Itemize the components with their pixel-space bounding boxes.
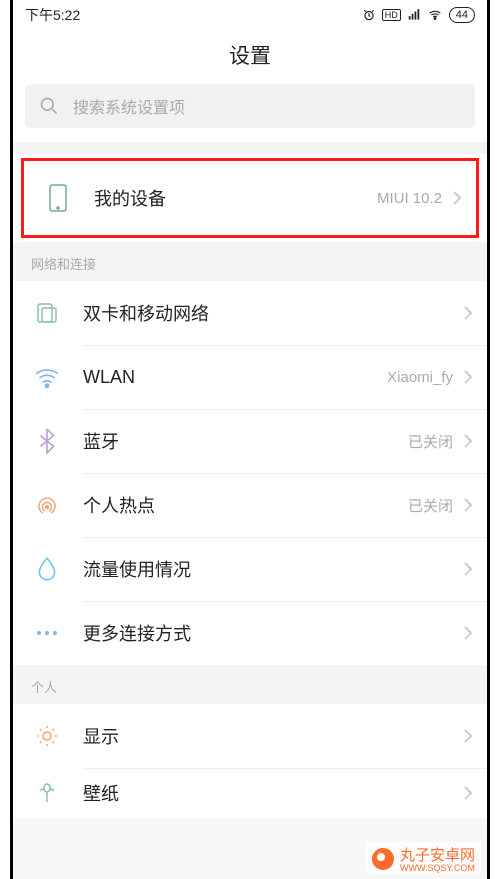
row-value: MIUI 10.2	[377, 190, 448, 207]
chevron-right-icon	[459, 369, 473, 385]
hotspot-icon	[27, 493, 67, 517]
row-label: 流量使用情况	[67, 556, 459, 582]
status-bar: 下午5:22 HD 44	[13, 0, 487, 30]
search-input[interactable]: 搜索系统设置项	[25, 84, 475, 128]
brightness-icon	[27, 724, 67, 748]
row-value: Xiaomi_fy	[387, 369, 459, 386]
page-title: 设置	[13, 30, 487, 84]
row-label: 我的设备	[78, 185, 377, 211]
chevron-right-icon	[459, 728, 473, 744]
row-my-device[interactable]: 我的设备 MIUI 10.2	[21, 158, 479, 238]
watermark-sub: WWW.SQSY.COM	[400, 863, 475, 873]
row-label: 双卡和移动网络	[67, 300, 459, 326]
row-value: 已关闭	[408, 431, 459, 452]
more-icon	[27, 629, 67, 637]
hd-icon: HD	[382, 9, 401, 21]
status-icons: HD 44	[362, 7, 475, 23]
wifi-icon	[427, 8, 443, 22]
watermark-title: 丸子安卓网	[400, 844, 475, 865]
bluetooth-icon	[27, 428, 67, 454]
search-placeholder: 搜索系统设置项	[73, 94, 185, 118]
alarm-icon	[362, 8, 376, 22]
chevron-right-icon	[459, 497, 473, 513]
chevron-right-icon	[459, 561, 473, 577]
row-wallpaper[interactable]: 壁纸	[13, 768, 487, 818]
chevron-right-icon	[459, 785, 473, 801]
chevron-right-icon	[448, 190, 462, 206]
row-sim[interactable]: 双卡和移动网络	[13, 281, 487, 345]
droplet-icon	[27, 556, 67, 582]
flower-icon	[27, 781, 67, 805]
row-wlan[interactable]: WLAN Xiaomi_fy	[13, 345, 487, 409]
row-more-connections[interactable]: 更多连接方式	[13, 601, 487, 665]
row-data-usage[interactable]: 流量使用情况	[13, 537, 487, 601]
row-bluetooth[interactable]: 蓝牙 已关闭	[13, 409, 487, 473]
sim-icon	[27, 301, 67, 325]
watermark: 丸子安卓网 WWW.SQSY.COM	[366, 842, 481, 875]
row-label: 蓝牙	[67, 428, 408, 454]
row-hotspot[interactable]: 个人热点 已关闭	[13, 473, 487, 537]
chevron-right-icon	[459, 305, 473, 321]
row-label: 显示	[67, 723, 459, 749]
chevron-right-icon	[459, 433, 473, 449]
row-label: 个人热点	[67, 492, 408, 518]
row-label: WLAN	[67, 367, 387, 388]
search-icon	[39, 96, 59, 116]
row-label: 壁纸	[67, 780, 459, 806]
section-header-network: 网络和连接	[13, 242, 487, 281]
battery-indicator: 44	[449, 7, 475, 23]
status-time: 下午5:22	[25, 5, 80, 25]
row-value: 已关闭	[408, 495, 459, 516]
row-display[interactable]: 显示	[13, 704, 487, 768]
chevron-right-icon	[459, 625, 473, 641]
section-header-personal: 个人	[13, 665, 487, 704]
row-label: 更多连接方式	[67, 620, 459, 646]
watermark-logo-icon	[372, 848, 394, 870]
wifi-icon	[27, 366, 67, 388]
signal-icon	[407, 8, 421, 22]
phone-icon	[38, 183, 78, 213]
